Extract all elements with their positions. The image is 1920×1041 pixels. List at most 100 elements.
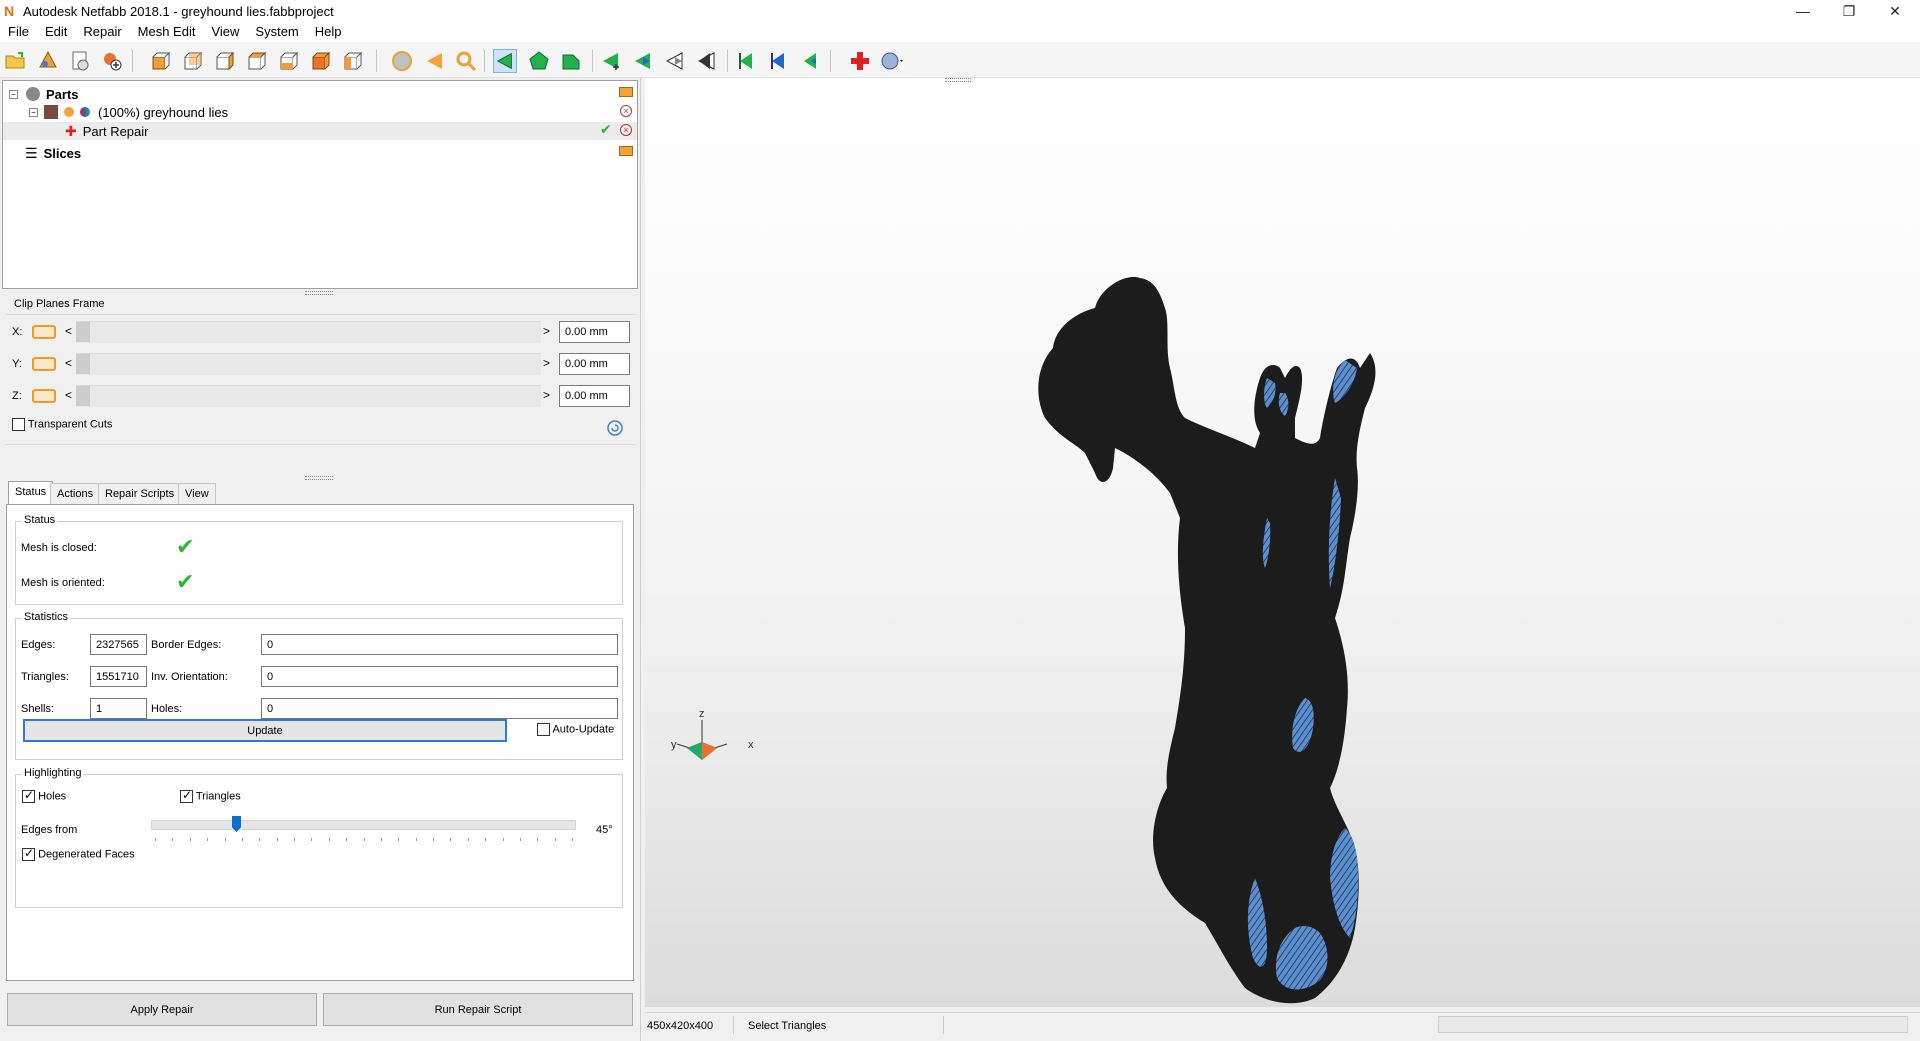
color-icon[interactable] — [80, 107, 90, 117]
clip-row-y: Y: < > 0.00 mm — [6, 353, 636, 377]
inv-orientation-field[interactable]: 0 — [261, 666, 618, 687]
arrow-right-icon[interactable]: > — [543, 356, 550, 370]
arrow-green-blue-icon[interactable] — [798, 49, 822, 73]
help-dropdown-icon[interactable] — [880, 49, 904, 73]
maximize-button[interactable]: ❐ — [1826, 0, 1872, 22]
degenerated-faces-checkbox[interactable] — [22, 846, 35, 861]
select-triangles-icon[interactable] — [493, 49, 517, 73]
view-back-icon[interactable] — [180, 49, 204, 73]
collapse-toggle-icon[interactable]: − — [9, 89, 18, 99]
folder-icon[interactable] — [619, 146, 633, 156]
remove-shells-icon[interactable] — [695, 49, 719, 73]
select-shells-icon[interactable] — [559, 49, 583, 73]
border-edges-label: Border Edges: — [151, 639, 222, 651]
tab-view[interactable]: View — [178, 483, 216, 504]
border-edges-field[interactable]: 0 — [261, 634, 618, 655]
remove-icon[interactable]: × — [620, 105, 632, 117]
greyhound-mesh[interactable] — [1005, 268, 1425, 1007]
arrow-left-icon[interactable]: < — [65, 356, 72, 370]
remove-icon[interactable]: × — [620, 124, 632, 136]
clip-value-field[interactable]: 0.00 mm — [559, 353, 630, 375]
view-iso-icon[interactable] — [340, 49, 364, 73]
add-triangles-blue-icon[interactable] — [631, 49, 655, 73]
clip-slider[interactable] — [76, 353, 541, 375]
tree-row-repair[interactable]: ✚ Part Repair — [3, 122, 637, 140]
arrow-blue-icon[interactable] — [766, 49, 790, 73]
add-part-icon[interactable] — [36, 49, 60, 73]
close-button[interactable]: ✕ — [1872, 0, 1918, 22]
clip-value-field[interactable]: 0.00 mm — [559, 321, 630, 343]
holes-field[interactable]: 0 — [261, 698, 618, 719]
auto-update-checkbox[interactable] — [537, 723, 550, 736]
tab-repair-scripts[interactable]: Repair Scripts — [98, 483, 182, 504]
triangles-field[interactable]: 1551710 — [90, 666, 147, 687]
select-surfaces-icon[interactable] — [527, 49, 551, 73]
mesh-oriented-check-icon: ✔ — [176, 569, 195, 594]
transparent-cuts-checkbox[interactable] — [12, 418, 25, 431]
collapse-toggle-icon[interactable]: − — [29, 107, 38, 117]
arrow-left-orange-icon[interactable] — [422, 49, 446, 73]
tree-row-part[interactable]: − (100%) greyhound lies — [29, 103, 228, 121]
clip-toggle[interactable] — [32, 357, 56, 371]
view-left-icon[interactable] — [212, 49, 236, 73]
auto-update-option[interactable]: Auto-Update — [537, 723, 614, 736]
splitter-grip[interactable] — [305, 291, 333, 295]
clip-value-field[interactable]: 0.00 mm — [559, 385, 630, 407]
slider-thumb[interactable] — [76, 386, 90, 406]
view-top-icon[interactable] — [276, 49, 300, 73]
tree-row-slices[interactable]: ☰ Slices — [25, 144, 81, 162]
add-object-icon[interactable] — [100, 49, 124, 73]
view-right-icon[interactable] — [244, 49, 268, 73]
triangles-checkbox[interactable] — [180, 788, 193, 803]
menu-file[interactable]: File — [0, 22, 37, 42]
remove-triangles-icon[interactable] — [663, 49, 687, 73]
slider-thumb[interactable] — [76, 322, 90, 342]
check-icon[interactable]: ✔ — [600, 121, 612, 138]
zoom-icon[interactable] — [454, 49, 478, 73]
clip-toggle[interactable] — [32, 325, 56, 339]
tree-row-parts[interactable]: − Parts — [9, 85, 79, 103]
repair-cross-icon[interactable] — [848, 49, 872, 73]
menu-system[interactable]: System — [247, 22, 306, 42]
menu-edit[interactable]: Edit — [37, 22, 75, 42]
view-bottom-icon[interactable] — [308, 49, 332, 73]
tab-actions[interactable]: Actions — [50, 483, 101, 504]
arrow-green-icon[interactable] — [734, 49, 758, 73]
add-report-icon[interactable] — [68, 49, 92, 73]
holes-checkbox[interactable] — [22, 788, 35, 803]
arrow-left-icon[interactable]: < — [65, 388, 72, 402]
edges-angle-slider[interactable] — [151, 820, 576, 830]
viewport-grip[interactable] — [945, 78, 971, 82]
folder-icon[interactable] — [619, 87, 633, 97]
open-folder-icon[interactable] — [4, 49, 28, 73]
visibility-icon[interactable] — [64, 107, 74, 117]
view-front-icon[interactable] — [148, 49, 172, 73]
menu-view[interactable]: View — [203, 22, 247, 42]
sphere-icon[interactable] — [390, 49, 414, 73]
degenerated-faces-option[interactable]: Degenerated Faces — [22, 846, 135, 861]
menu-repair[interactable]: Repair — [75, 22, 129, 42]
run-repair-script-button[interactable]: Run Repair Script — [323, 993, 633, 1026]
arrow-right-icon[interactable]: > — [543, 324, 550, 338]
reset-icon[interactable] — [606, 419, 624, 437]
splitter-grip[interactable] — [305, 476, 333, 480]
arrow-right-icon[interactable]: > — [543, 388, 550, 402]
minimize-button[interactable]: — — [1780, 0, 1826, 22]
3d-viewport[interactable]: z y x — [645, 78, 1920, 1007]
transparent-cuts-option[interactable]: Transparent Cuts — [12, 418, 112, 431]
triangles-option[interactable]: Triangles — [180, 788, 241, 803]
clip-toggle[interactable] — [32, 389, 56, 403]
holes-option[interactable]: Holes — [22, 788, 66, 803]
clip-slider[interactable] — [76, 385, 541, 407]
shells-field[interactable]: 1 — [90, 698, 147, 719]
tab-status[interactable]: Status — [8, 481, 54, 504]
menu-mesh-edit[interactable]: Mesh Edit — [130, 22, 204, 42]
add-triangles-icon[interactable] — [599, 49, 623, 73]
menu-help[interactable]: Help — [307, 22, 350, 42]
clip-slider[interactable] — [76, 321, 541, 343]
update-button[interactable]: Update — [23, 719, 507, 742]
edges-field[interactable]: 2327565 — [90, 634, 147, 655]
slider-thumb[interactable] — [76, 354, 90, 374]
apply-repair-button[interactable]: Apply Repair — [7, 993, 317, 1026]
arrow-left-icon[interactable]: < — [65, 324, 72, 338]
